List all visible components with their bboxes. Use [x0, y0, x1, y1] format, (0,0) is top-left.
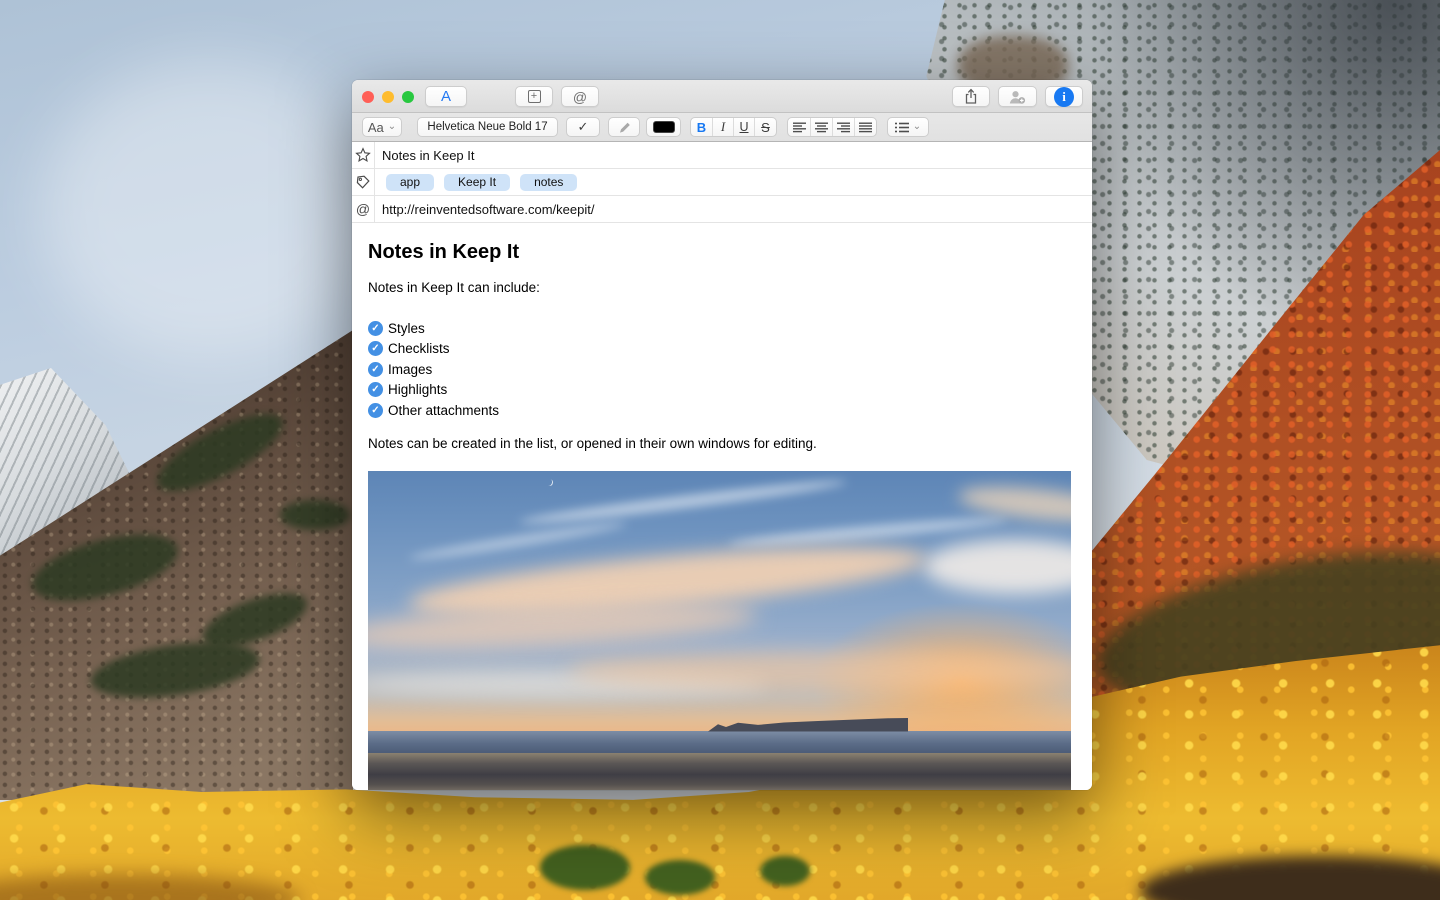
green-bush: [645, 860, 715, 895]
zoom-button[interactable]: [402, 91, 414, 103]
checklist-checkbox[interactable]: ✓: [368, 362, 383, 377]
checklist-checkbox[interactable]: ✓: [368, 341, 383, 356]
list-icon: [895, 122, 909, 133]
foliage-patch: [280, 500, 350, 530]
checklist-label: Images: [388, 362, 432, 377]
minimize-button[interactable]: [382, 91, 394, 103]
note-paragraph: Notes can be created in the list, or ope…: [368, 435, 1071, 452]
chevron-down-icon: ⌄: [388, 122, 396, 132]
tag-icon: [352, 169, 375, 195]
photo-attachment[interactable]: [368, 471, 1071, 791]
checklist-label: Highlights: [388, 382, 447, 397]
checklist-checkbox[interactable]: ✓: [368, 403, 383, 418]
checkmark-icon: ✓: [578, 119, 589, 135]
checklist-label: Styles: [388, 321, 425, 336]
underline-button[interactable]: U: [734, 118, 755, 136]
photo-sea: [368, 731, 1071, 753]
note-heading: Notes in Keep It: [368, 240, 1071, 264]
format-panel-button[interactable]: A: [425, 86, 467, 107]
text-style-group: B I U S: [690, 117, 777, 137]
highlight-button[interactable]: [608, 117, 640, 137]
wallpaper-haze: [40, 60, 380, 360]
link-at-icon: @: [352, 196, 375, 222]
checklist-item: ✓ Other attachments: [368, 400, 1071, 421]
alignment-group: [787, 117, 877, 137]
checklist-item: ✓ Images: [368, 359, 1071, 380]
note-title-row[interactable]: Notes in Keep It: [352, 142, 1092, 169]
style-picker-label: Aa: [368, 120, 384, 135]
checklist: ✓ Styles ✓ Checklists ✓ Images ✓ Highlig…: [368, 318, 1071, 421]
align-center-button[interactable]: [811, 118, 833, 136]
note-tags-row[interactable]: app Keep It notes: [352, 169, 1092, 196]
favorite-star-icon[interactable]: [352, 142, 375, 168]
share-icon: [963, 88, 979, 105]
pencil-icon: [617, 120, 631, 134]
font-name-field[interactable]: Helvetica Neue Bold 17: [417, 117, 558, 137]
tag-pill[interactable]: notes: [520, 174, 577, 191]
text-color-swatch-button[interactable]: [646, 117, 681, 137]
strikethrough-button[interactable]: S: [755, 118, 776, 136]
person-add-icon: [1008, 89, 1027, 105]
bold-button[interactable]: B: [691, 118, 713, 136]
format-a-icon: A: [441, 88, 451, 105]
plus-box-icon: +: [528, 90, 541, 103]
tag-pill[interactable]: app: [386, 174, 434, 191]
green-bush: [540, 845, 630, 890]
align-right-button[interactable]: [833, 118, 855, 136]
italic-button[interactable]: I: [713, 118, 734, 136]
share-button[interactable]: [952, 86, 990, 107]
checklist-label: Other attachments: [388, 403, 499, 418]
at-icon: @: [573, 89, 587, 105]
note-intro: Notes in Keep It can include:: [368, 279, 1071, 296]
note-url-row[interactable]: @ http://reinventedsoftware.com/keepit/: [352, 196, 1092, 223]
format-toolbar: Aa ⌄ Helvetica Neue Bold 17 ✓ B I U: [352, 113, 1092, 142]
tag-pill[interactable]: Keep It: [444, 174, 510, 191]
checklist-checkbox[interactable]: ✓: [368, 321, 383, 336]
add-person-button[interactable]: [998, 86, 1037, 107]
info-button[interactable]: i: [1045, 86, 1083, 107]
mention-button[interactable]: @: [561, 86, 599, 107]
note-editor[interactable]: Notes in Keep It Notes in Keep It can in…: [352, 240, 1092, 790]
style-picker-button[interactable]: Aa ⌄: [362, 117, 402, 137]
green-bush: [760, 856, 810, 886]
color-swatch: [653, 121, 675, 133]
list-style-button[interactable]: ⌄: [887, 117, 929, 137]
photo-beach: [368, 753, 1071, 791]
checklist-item: ✓ Styles: [368, 318, 1071, 339]
checklist-checkbox[interactable]: ✓: [368, 382, 383, 397]
close-button[interactable]: [362, 91, 374, 103]
new-from-clipboard-button[interactable]: +: [515, 86, 553, 107]
info-icon: i: [1054, 87, 1074, 107]
checklist-toolbar-button[interactable]: ✓: [566, 117, 600, 137]
note-title-field[interactable]: Notes in Keep It: [382, 148, 475, 163]
checklist-label: Checklists: [388, 341, 450, 356]
desktop: A + @: [0, 0, 1440, 900]
align-left-button[interactable]: [788, 118, 811, 136]
chevron-down-icon: ⌄: [913, 122, 921, 132]
titlebar[interactable]: A + @: [352, 80, 1092, 113]
align-justify-button[interactable]: [855, 118, 876, 136]
checklist-item: ✓ Checklists: [368, 339, 1071, 360]
app-window: A + @: [352, 80, 1092, 790]
cloud: [568, 651, 1071, 691]
note-url-field[interactable]: http://reinventedsoftware.com/keepit/: [382, 202, 594, 217]
checklist-item: ✓ Highlights: [368, 380, 1071, 401]
